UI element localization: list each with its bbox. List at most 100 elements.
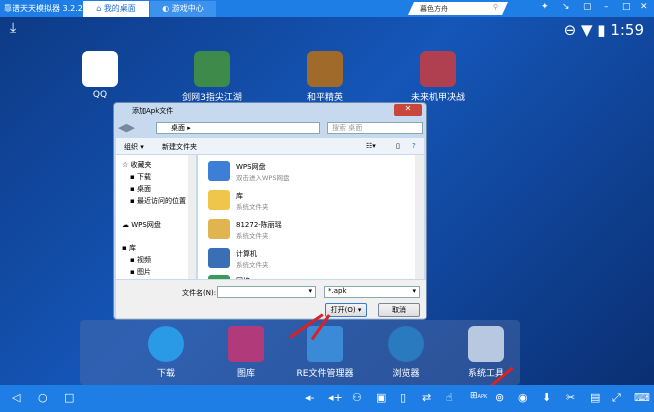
- library-folder-icon: [208, 190, 230, 210]
- file-scrollbar[interactable]: [415, 155, 424, 279]
- folder-icon[interactable]: ▤: [590, 391, 600, 404]
- close-icon[interactable]: ✕: [640, 2, 648, 12]
- preview-pane-icon[interactable]: ▯: [396, 142, 400, 150]
- volume-down-icon[interactable]: ◂-: [305, 391, 315, 404]
- back-forward-icon[interactable]: ◀▶: [118, 121, 135, 134]
- back-icon[interactable]: ◁: [12, 391, 20, 404]
- nav-label: 库: [128, 244, 136, 252]
- open-button[interactable]: 打开(O) ▾: [325, 303, 367, 317]
- address-bar[interactable]: 桌面 ▸: [156, 122, 320, 134]
- dock-label: 图库: [236, 369, 255, 379]
- app-qq[interactable]: QQ: [65, 51, 135, 100]
- computer-icon: [208, 248, 230, 268]
- new-folder-button[interactable]: 新建文件夹: [162, 142, 197, 152]
- file-name: 库: [236, 192, 243, 200]
- nav-label: 图片: [136, 268, 151, 276]
- dialog-toolbar: 组织 ▾ 新建文件夹 ☷▾ ▯ ?: [116, 138, 424, 154]
- status-bar: ⊖ ▼ ▮ 1:59: [564, 21, 644, 39]
- rotate-icon[interactable]: ▯: [400, 391, 406, 404]
- filetype-value: *.apk: [328, 287, 347, 295]
- shake-icon[interactable]: ⚇: [352, 391, 362, 404]
- nav-library[interactable]: ▪ 库: [122, 243, 136, 253]
- filetype-select[interactable]: *.apk ▾: [324, 286, 420, 298]
- pin-icon[interactable]: ✦: [541, 2, 549, 12]
- help-icon[interactable]: ?: [412, 142, 416, 150]
- dock-download[interactable]: 下载: [136, 326, 196, 379]
- tray-icon[interactable]: ↘: [562, 2, 570, 12]
- title-bar: 靠谱天天模拟器 3.2.2 👤 ⌂ 我的桌面 ◐ 游戏中心 暮色方舟⚲ ✦ ↘ …: [0, 0, 654, 17]
- cancel-button[interactable]: 取消: [378, 303, 420, 317]
- install-icon[interactable]: ⬇: [542, 391, 551, 404]
- browser-icon: [388, 326, 424, 362]
- tab-my-desktop[interactable]: ⌂ 我的桌面: [83, 1, 149, 17]
- fullscreen-icon[interactable]: ⤢: [612, 391, 621, 405]
- search-icon[interactable]: ⚲: [493, 3, 498, 11]
- nav-label: 收藏夹: [130, 161, 152, 169]
- battery-icon: ▮: [597, 21, 606, 39]
- keymap-icon[interactable]: ⇄: [422, 391, 431, 404]
- apk-install-icon[interactable]: ⊞APK: [470, 391, 487, 401]
- file-type: 系统文件夹: [236, 203, 269, 211]
- download-icon[interactable]: ⤓: [10, 20, 16, 36]
- file-type: 双击进入WPS网盘: [236, 174, 290, 182]
- nav-downloads[interactable]: ▪ 下载: [130, 172, 151, 182]
- dialog-close-button[interactable]: ✕: [394, 104, 422, 116]
- nav-wps-cloud[interactable]: ☁ WPS网盘: [122, 220, 161, 230]
- app-title: 靠谱天天模拟器 3.2.2: [4, 4, 83, 13]
- nav-label: 最近访问的位置: [136, 197, 186, 205]
- file-type: 系统文件夹: [236, 261, 269, 269]
- jianwang3-icon: [194, 51, 230, 87]
- dock-label: 下载: [156, 369, 175, 379]
- file-name: WPS网盘: [236, 163, 266, 171]
- nav-label: 视频: [136, 256, 151, 264]
- dock-gallery[interactable]: 图库: [216, 326, 276, 379]
- dock-re-file-manager[interactable]: RE文件管理器: [290, 326, 360, 379]
- file-name: 网络: [236, 276, 250, 279]
- volume-up-icon[interactable]: ◂+: [328, 391, 343, 404]
- download-app-icon: [148, 326, 184, 362]
- cloud-icon: [208, 161, 230, 181]
- camera-icon[interactable]: ◉: [518, 391, 528, 404]
- keyboard-icon[interactable]: ⌨: [634, 391, 650, 404]
- user-folder-icon: [208, 219, 230, 239]
- app-jianwang3[interactable]: 剑网3指尖江湖: [177, 51, 247, 103]
- network-icon: [208, 275, 230, 279]
- organize-button[interactable]: 组织 ▾: [124, 142, 144, 152]
- tab-label: 我的桌面: [103, 4, 136, 13]
- home-icon[interactable]: ○: [38, 391, 48, 404]
- nav-desktop[interactable]: ▪ 桌面: [130, 184, 151, 194]
- nav-scrollbar[interactable]: [188, 155, 196, 279]
- search-placeholder: 搜索 桌面: [332, 124, 363, 132]
- tab-game-center[interactable]: ◐ 游戏中心: [150, 1, 216, 17]
- mecha-icon: [420, 51, 456, 87]
- nav-recent[interactable]: ▪ 最近访问的位置: [130, 196, 186, 206]
- nav-pictures[interactable]: ▪ 图片: [130, 267, 151, 277]
- tab-label: 游戏中心: [171, 4, 204, 13]
- screenshot-icon[interactable]: ✂: [566, 391, 575, 404]
- dnd-icon: ⊖: [563, 21, 577, 39]
- minimize-icon[interactable]: –: [604, 2, 609, 12]
- app-peace-elite[interactable]: 和平精英: [290, 51, 360, 103]
- app-future-mecha[interactable]: 未来机甲决战: [403, 51, 473, 103]
- nav-pane: ☆ 收藏夹 ▪ 下载 ▪ 桌面 ▪ 最近访问的位置 ☁ WPS网盘 ▪ 库 ▪ …: [116, 155, 196, 279]
- maximize-icon[interactable]: □: [622, 2, 631, 12]
- location-icon[interactable]: ⊚: [495, 391, 504, 404]
- touch-icon[interactable]: ☝: [446, 391, 453, 404]
- peace-elite-icon: [307, 51, 343, 87]
- search-value: 暮色方舟: [420, 5, 448, 13]
- nav-videos[interactable]: ▪ 视频: [130, 255, 151, 265]
- filename-input[interactable]: ▾: [217, 286, 316, 298]
- toolbox-icon[interactable]: ▣: [376, 391, 386, 404]
- dialog-title: 添加Apk文件: [132, 107, 174, 115]
- view-icon[interactable]: ☷▾: [366, 142, 376, 150]
- search-input[interactable]: 暮色方舟 ⚲: [408, 2, 508, 15]
- restore-icon[interactable]: ▢: [583, 2, 592, 12]
- address-value: 桌面: [171, 124, 185, 132]
- file-name: 81272-陈丽瑶: [236, 221, 282, 229]
- app-label: QQ: [92, 90, 108, 100]
- file-list: WPS网盘 双击进入WPS网盘 库系统文件夹 81272-陈丽瑶 系统文件夹 计算机…: [198, 155, 424, 279]
- recents-icon[interactable]: □: [64, 391, 74, 404]
- dock-browser[interactable]: 浏览器: [376, 326, 436, 379]
- nav-favorites[interactable]: ☆ 收藏夹: [122, 160, 152, 170]
- dialog-search-input[interactable]: 搜索 桌面: [327, 122, 423, 134]
